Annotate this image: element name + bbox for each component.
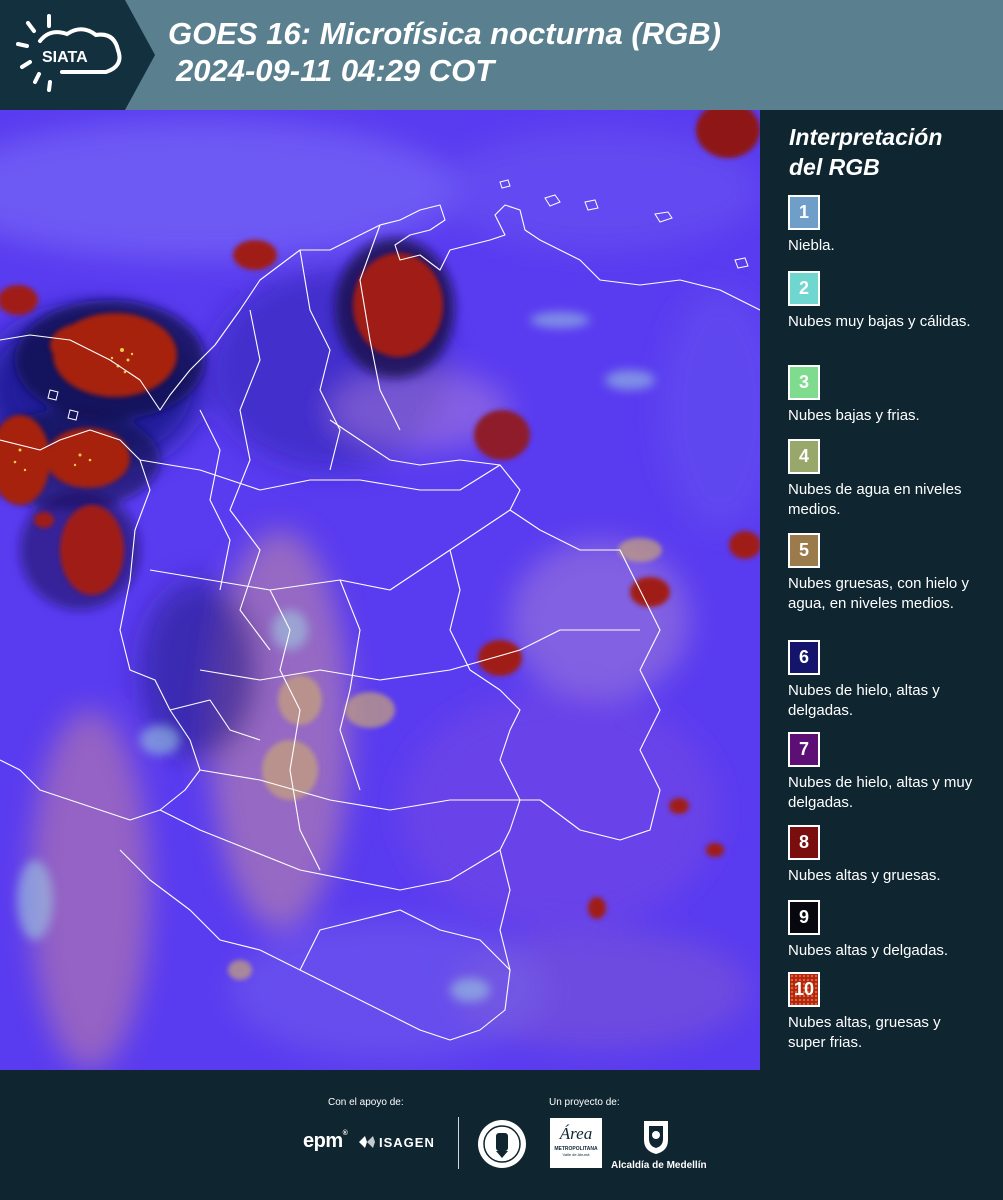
epm-logo: epm® [303,1130,348,1152]
legend-swatch-4: 4 [788,439,820,474]
header: SIATA GOES 16: Microfísica nocturna (RGB… [0,0,1003,110]
legend-swatch-5: 5 [788,533,820,568]
isagen-logo-text: ISAGEN [379,1134,435,1150]
alcaldia-medellin-logo [641,1118,671,1161]
legend-label-3: Nubes bajas y frias. [788,407,920,424]
legend-item-6: 6 Nubes de hielo, altas y delgadas. [788,640,978,721]
legend-label-10: Nubes altas, gruesas y super frias. [788,1014,941,1051]
legend-swatch-8: 8 [788,825,820,860]
area-metropolitana-logo: Área METROPOLITANA Valle de Aburrá [550,1118,602,1168]
legend-item-4: 4 Nubes de agua en niveles medios. [788,439,978,520]
legend-label-8: Nubes altas y gruesas. [788,867,941,884]
satellite-map [0,110,760,1070]
epm-logo-text: epm [303,1130,343,1152]
legend-item-10: 10 Nubes altas, gruesas y super frias. [788,972,978,1053]
legend-label-7: Nubes de hielo, altas y muy delgadas. [788,774,973,811]
legend-item-3: 3 Nubes bajas y frias. [788,365,978,426]
medellin-seal-logo [476,1118,528,1175]
legend-swatch-1: 1 [788,195,820,230]
legend-heading-line1: Interpretación [789,124,943,150]
legend-panel: Interpretación del RGB 1 Niebla. 2 Nubes … [760,110,1003,1070]
legend-swatch-6: 6 [788,640,820,675]
footer-divider [458,1117,459,1169]
legend-label-9: Nubes altas y delgadas. [788,942,949,959]
project-label: Un proyecto de: [549,1097,620,1108]
legend-swatch-9: 9 [788,900,820,935]
alcaldia-label: Alcaldía de Medellín [611,1160,707,1171]
support-label: Con el apoyo de: [328,1097,404,1108]
legend-item-8: 8 Nubes altas y gruesas. [788,825,978,886]
legend-swatch-7: 7 [788,732,820,767]
siata-logo-text: SIATA [42,49,88,66]
legend-label-4: Nubes de agua en niveles medios. [788,481,962,518]
legend-item-9: 9 Nubes altas y delgadas. [788,900,978,961]
legend-swatch-10: 10 [788,972,820,1007]
page-timestamp: 2024-09-11 04:29 COT [176,53,495,88]
area-logo-text: Área [559,1124,593,1143]
legend-label-1: Niebla. [788,237,835,254]
legend-label-2: Nubes muy bajas y cálidas. [788,313,971,330]
isagen-logo: ISAGEN [357,1133,435,1151]
page-title: GOES 16: Microfísica nocturna (RGB) [168,16,721,51]
legend-item-2: 2 Nubes muy bajas y cálidas. [788,271,978,332]
isagen-mark-icon [359,1136,375,1148]
siata-logo: SIATA [0,0,155,110]
legend-item-1: 1 Niebla. [788,195,978,256]
footer: Con el apoyo de: Un proyecto de: epm® IS… [0,1070,1003,1200]
legend-item-7: 7 Nubes de hielo, altas y muy delgadas. [788,732,978,813]
coat-of-arms-icon [644,1121,668,1154]
legend-label-6: Nubes de hielo, altas y delgadas. [788,682,940,719]
legend-item-5: 5 Nubes gruesas, con hielo y agua, en ni… [788,533,978,614]
area-logo-region: Valle de Aburrá [562,1152,590,1157]
legend-heading: Interpretación del RGB [789,122,942,182]
legend-label-5: Nubes gruesas, con hielo y agua, en nive… [788,575,969,612]
legend-swatch-3: 3 [788,365,820,400]
legend-swatch-2: 2 [788,271,820,306]
legend-heading-line2: del RGB [789,154,880,180]
